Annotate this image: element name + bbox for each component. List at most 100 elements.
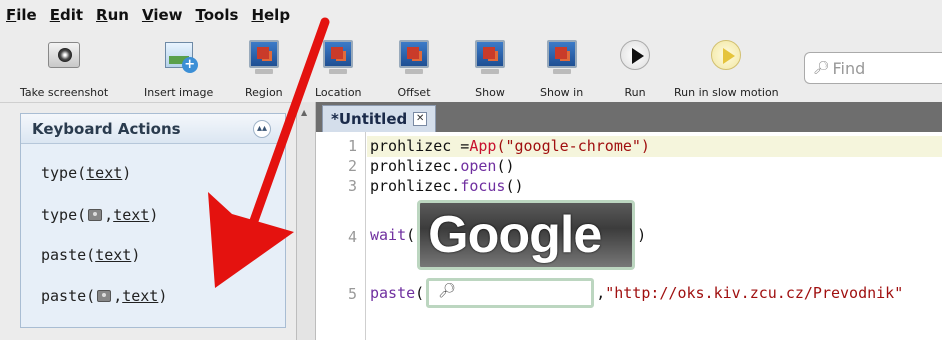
keyboard-actions-title: Keyboard Actions bbox=[32, 119, 181, 138]
region-label: Region bbox=[245, 86, 283, 99]
action-type-image-text[interactable]: type( , text ) bbox=[41, 206, 158, 224]
code-token: focus bbox=[460, 177, 506, 195]
monitor-icon bbox=[396, 38, 432, 78]
code-line-4: wait ( Google ) bbox=[370, 200, 646, 270]
code-token: ) bbox=[637, 226, 647, 244]
show-label: Show bbox=[475, 86, 505, 99]
location-button[interactable]: Location bbox=[315, 38, 362, 99]
menubar: File Edit Run View Tools Help bbox=[0, 0, 942, 30]
action-separator: , bbox=[104, 206, 114, 224]
search-icon: 🔎︎ bbox=[438, 283, 456, 299]
keyboard-actions-header[interactable]: Keyboard Actions ▴▴ bbox=[21, 114, 285, 144]
find-input[interactable]: 🔎︎ Find bbox=[804, 52, 942, 84]
code-token: , bbox=[596, 284, 606, 302]
monitor-icon bbox=[472, 38, 508, 78]
action-suffix: ) bbox=[149, 206, 159, 224]
action-suffix: ) bbox=[158, 287, 168, 305]
search-icon: 🔎︎ bbox=[813, 60, 830, 76]
code-token: open bbox=[460, 157, 497, 175]
code-token: () bbox=[496, 157, 515, 175]
line-number: 4 bbox=[347, 228, 357, 246]
menu-view[interactable]: View bbox=[142, 6, 183, 24]
action-type-text[interactable]: type( text ) bbox=[41, 164, 131, 182]
location-label: Location bbox=[315, 86, 362, 99]
play-icon bbox=[617, 38, 653, 78]
run-slow-motion-button[interactable]: Run in slow motion bbox=[674, 38, 779, 99]
menu-file[interactable]: File bbox=[6, 6, 37, 24]
action-arg: text bbox=[113, 206, 150, 224]
camera-icon bbox=[88, 209, 103, 221]
find-placeholder: Find bbox=[832, 58, 866, 78]
show-in-button[interactable]: Show in bbox=[540, 38, 583, 99]
keyboard-actions-panel: Keyboard Actions ▴▴ type( text ) type( ,… bbox=[20, 113, 286, 328]
line-number: 1 bbox=[347, 137, 357, 155]
google-image-thumbnail[interactable]: Google bbox=[417, 200, 636, 270]
offset-label: Offset bbox=[397, 86, 431, 99]
close-icon[interactable]: ✕ bbox=[413, 112, 428, 126]
monitor-icon bbox=[544, 38, 580, 78]
collapse-icon[interactable]: ▴▴ bbox=[253, 120, 271, 138]
camera-icon bbox=[46, 38, 82, 78]
slow-play-icon bbox=[708, 38, 744, 78]
splitter[interactable]: ▲ bbox=[296, 102, 316, 340]
action-prefix: paste( bbox=[41, 246, 96, 264]
code-token: App bbox=[469, 137, 497, 155]
action-suffix: ) bbox=[131, 246, 141, 264]
show-button[interactable]: Show bbox=[472, 38, 508, 99]
take-screenshot-label: Take screenshot bbox=[20, 86, 109, 99]
code-token: ( bbox=[415, 284, 425, 302]
action-prefix: type( bbox=[41, 164, 87, 182]
take-screenshot-button[interactable]: Take screenshot bbox=[20, 38, 108, 99]
tab-untitled[interactable]: *Untitled ✕ bbox=[322, 105, 437, 132]
code-token: "http://oks.kiv.zcu.cz/Prevodnik" bbox=[605, 284, 904, 302]
google-image-text: Google bbox=[428, 206, 602, 264]
toolbar: Take screenshot + Insert image Region Lo… bbox=[0, 30, 942, 102]
menu-edit[interactable]: Edit bbox=[50, 6, 83, 24]
region-button[interactable]: Region bbox=[245, 38, 283, 99]
menu-run[interactable]: Run bbox=[96, 6, 129, 24]
camera-icon bbox=[97, 290, 112, 302]
insert-image-label: Insert image bbox=[144, 86, 214, 99]
left-panel: Keyboard Actions ▴▴ type( text ) type( ,… bbox=[0, 102, 296, 340]
chevron-up-icon[interactable]: ▲ bbox=[301, 108, 307, 117]
code-editor[interactable]: 1 2 3 4 5 prohlizec = App ("google-chrom… bbox=[316, 132, 942, 340]
menu-tools[interactable]: Tools bbox=[196, 6, 239, 24]
monitor-icon bbox=[320, 38, 356, 78]
code-line-1: prohlizec = App ("google-chrome") bbox=[370, 137, 650, 155]
tab-label: *Untitled bbox=[331, 110, 408, 128]
code-token: wait bbox=[370, 226, 407, 244]
action-arg: text bbox=[122, 287, 159, 305]
action-arg: text bbox=[95, 246, 132, 264]
line-number: 5 bbox=[347, 285, 357, 303]
code-token: prohlizec. bbox=[370, 157, 461, 175]
action-arg: text bbox=[86, 164, 123, 182]
code-line-2: prohlizec. open () bbox=[370, 157, 515, 175]
tab-bar: *Untitled ✕ bbox=[316, 102, 942, 132]
code-line-5: paste ( 🔎︎ , "http://oks.kiv.zcu.cz/Prev… bbox=[370, 278, 903, 308]
menu-help[interactable]: Help bbox=[251, 6, 290, 24]
search-field-image-thumbnail[interactable]: 🔎︎ bbox=[426, 278, 595, 308]
code-line-3: prohlizec. focus () bbox=[370, 177, 524, 195]
show-in-label: Show in bbox=[540, 86, 584, 99]
run-button[interactable]: Run bbox=[617, 38, 653, 99]
line-number: 2 bbox=[347, 157, 357, 175]
run-label: Run bbox=[624, 86, 646, 99]
code-token: prohlizec. bbox=[370, 177, 461, 195]
code-token: prohlizec = bbox=[370, 137, 470, 155]
monitor-icon bbox=[246, 38, 282, 78]
action-separator: , bbox=[113, 287, 123, 305]
action-paste-image-text[interactable]: paste( , text ) bbox=[41, 287, 167, 305]
code-token: paste bbox=[370, 284, 416, 302]
code-token: ("google-chrome") bbox=[496, 137, 650, 155]
code-token: () bbox=[505, 177, 524, 195]
line-gutter: 1 2 3 4 5 bbox=[316, 132, 366, 340]
insert-image-button[interactable]: + Insert image bbox=[144, 38, 213, 99]
insert-image-icon: + bbox=[161, 38, 198, 78]
action-suffix: ) bbox=[122, 164, 132, 182]
run-slow-label: Run in slow motion bbox=[674, 86, 779, 99]
action-paste-text[interactable]: paste( text ) bbox=[41, 246, 140, 264]
code-token: ( bbox=[406, 226, 416, 244]
offset-button[interactable]: Offset bbox=[396, 38, 432, 99]
action-prefix: paste( bbox=[41, 287, 96, 305]
line-number: 3 bbox=[347, 177, 357, 195]
